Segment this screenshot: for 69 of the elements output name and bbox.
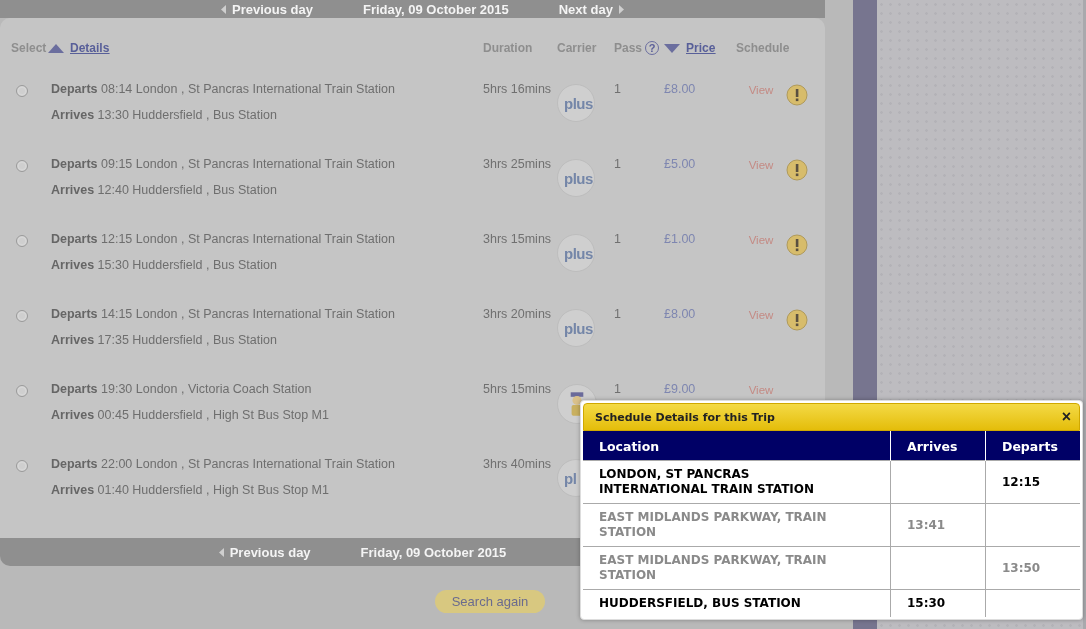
arrival-text: Arrives 12:40 Huddersfield , Bus Station: [51, 183, 278, 197]
view-link[interactable]: View: [736, 234, 786, 246]
column-header: Departs: [985, 431, 1080, 461]
radio-button[interactable]: [16, 235, 28, 247]
price-text: £5.00: [664, 157, 696, 171]
arrival-text: Arrives 15:30 Huddersfield , Bus Station: [51, 258, 278, 272]
carrier-logo: plus: [557, 159, 595, 197]
arrival-text: Arrives 00:45 Huddersfield , High St Bus Stop M1: [51, 408, 330, 422]
view-link[interactable]: View: [736, 159, 786, 171]
duration-text: 3hrs 15mins: [483, 232, 552, 246]
view-link[interactable]: View: [736, 309, 786, 321]
passenger-count: 1: [614, 82, 621, 96]
price-text: £8.00: [664, 307, 696, 321]
table-cell: 13:41: [890, 503, 986, 547]
departure-text: Departs 09:15 London , St Pancras International Train Station: [51, 157, 396, 171]
passenger-count: 1: [614, 382, 621, 396]
departure-text: Departs 08:14 London , St Pancras International Train Station: [51, 82, 396, 96]
radio-button[interactable]: [16, 460, 28, 472]
table-cell: 15:30: [890, 589, 986, 617]
table-cell: EAST MIDLANDS PARKWAY, TRAIN STATION: [583, 546, 891, 590]
passenger-count: 1: [614, 232, 621, 246]
arrival-text: Arrives 17:35 Huddersfield , Bus Station: [51, 333, 278, 347]
carrier-logo: plus: [557, 84, 595, 122]
caret-left-icon: [221, 4, 227, 14]
popup-title: Schedule Details for this Trip: [595, 410, 775, 424]
table-cell: HUDDERSFIELD, BUS STATION: [583, 589, 891, 617]
sort-link[interactable]: Price: [664, 41, 716, 55]
radio-button[interactable]: [16, 310, 28, 322]
radio-button[interactable]: [16, 160, 28, 172]
duration-text: 5hrs 16mins: [483, 82, 552, 96]
duration-text: 3hrs 40mins: [483, 457, 552, 471]
passenger-count: 1: [614, 157, 621, 171]
passenger-count: 1: [614, 307, 621, 321]
departure-text: Departs 14:15 London , St Pancras International Train Station: [51, 307, 396, 321]
table-cell: 12:15: [985, 460, 1080, 504]
duration-text: 5hrs 15mins: [483, 382, 552, 396]
arrival-text: Arrives 13:30 Huddersfield , Bus Station: [51, 108, 278, 122]
view-link[interactable]: View: [736, 84, 786, 96]
view-link[interactable]: View: [736, 384, 786, 396]
departure-text: Departs 19:30 London , Victoria Coach Station: [51, 382, 313, 396]
caret-left-icon: [218, 547, 224, 557]
previous-day-link[interactable]: Previous day: [221, 1, 313, 17]
duration-text: 3hrs 20mins: [483, 307, 552, 321]
carrier-logo: plus: [557, 234, 595, 272]
next-day-link[interactable]: Next day: [558, 1, 624, 17]
sort-up-icon: [48, 43, 64, 53]
sort-down-icon: [664, 43, 680, 53]
radio-button[interactable]: [16, 85, 28, 97]
sort-link[interactable]: Details: [48, 41, 110, 55]
price-text: £8.00: [664, 82, 696, 96]
departure-text: Departs 22:00 London , St Pancras International Train Station: [51, 457, 396, 471]
duration-text: 3hrs 25mins: [483, 157, 552, 171]
table-cell: 13:50: [985, 546, 1080, 590]
arrival-text: Arrives 01:40 Huddersfield , High St Bus Stop M1: [51, 483, 330, 497]
radio-button[interactable]: [16, 385, 28, 397]
date-label: Friday, 09 October 2015: [363, 1, 509, 17]
caret-right-icon: [618, 4, 624, 14]
carrier-logo: plus: [557, 309, 595, 347]
price-text: £1.00: [664, 232, 696, 246]
search-again-button[interactable]: Search again: [435, 590, 545, 613]
date-label: Friday, 09 October 2015: [360, 544, 507, 560]
column-header: Location: [583, 431, 891, 461]
departure-text: Departs 12:15 London , St Pancras International Train Station: [51, 232, 396, 246]
table-cell: EAST MIDLANDS PARKWAY, TRAIN STATION: [583, 503, 891, 547]
price-text: £9.00: [664, 382, 696, 396]
table-cell: LONDON, ST PANCRAS INTERNATIONAL TRAIN STATION: [583, 460, 891, 504]
column-header: Arrives: [890, 431, 986, 461]
previous-day-link[interactable]: Previous day: [218, 544, 311, 560]
close-button[interactable]: ×: [1061, 409, 1071, 425]
